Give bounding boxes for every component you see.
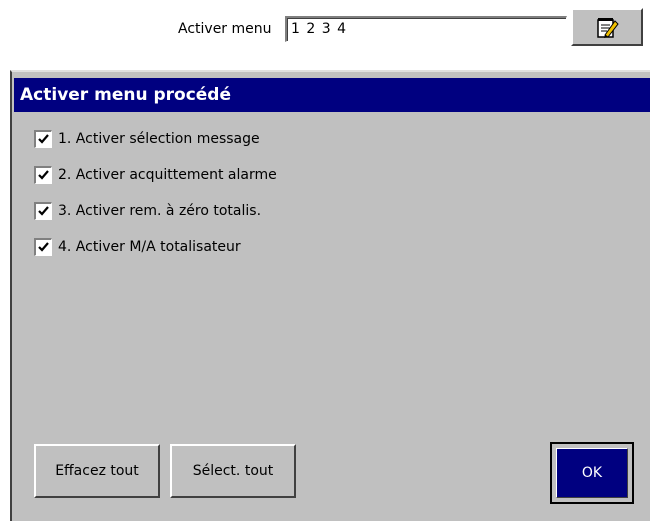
clear-all-button[interactable]: Effacez tout [34, 444, 160, 498]
checkmark-icon [38, 206, 49, 216]
edit-button[interactable] [571, 8, 643, 46]
checkbox-2[interactable] [34, 166, 52, 184]
checkbox-row-3[interactable]: 3. Activer rem. à zéro totalis. [34, 200, 261, 222]
checkbox-1[interactable] [34, 130, 52, 148]
activer-menu-label: Activer menu [178, 21, 272, 37]
checkbox-3[interactable] [34, 202, 52, 220]
ok-button[interactable]: OK [550, 442, 634, 504]
edit-notepad-icon [597, 18, 619, 38]
checkbox-row-1[interactable]: 1. Activer sélection message [34, 128, 260, 150]
checkbox-label: 3. Activer rem. à zéro totalis. [58, 203, 262, 219]
checkbox-label: 1. Activer sélection message [58, 131, 260, 147]
checkbox-row-2[interactable]: 2. Activer acquittement alarme [34, 164, 277, 186]
checkbox-label: 4. Activer M/A totalisateur [58, 239, 241, 255]
select-all-button[interactable]: Sélect. tout [170, 444, 296, 498]
activer-menu-field[interactable]: 1 2 3 4 [285, 16, 567, 42]
process-menu-dialog: Activer menu procédé 1. Activer sélectio… [10, 70, 650, 521]
checkmark-icon [38, 134, 49, 144]
checkbox-row-4[interactable]: 4. Activer M/A totalisateur [34, 236, 241, 258]
checkbox-4[interactable] [34, 238, 52, 256]
checkmark-icon [38, 170, 49, 180]
ok-button-label: OK [556, 448, 628, 498]
dialog-title: Activer menu procédé [14, 78, 650, 112]
checkbox-label: 2. Activer acquittement alarme [58, 167, 277, 183]
checkmark-icon [38, 242, 49, 252]
top-bar: Activer menu 1 2 3 4 [0, 0, 650, 50]
